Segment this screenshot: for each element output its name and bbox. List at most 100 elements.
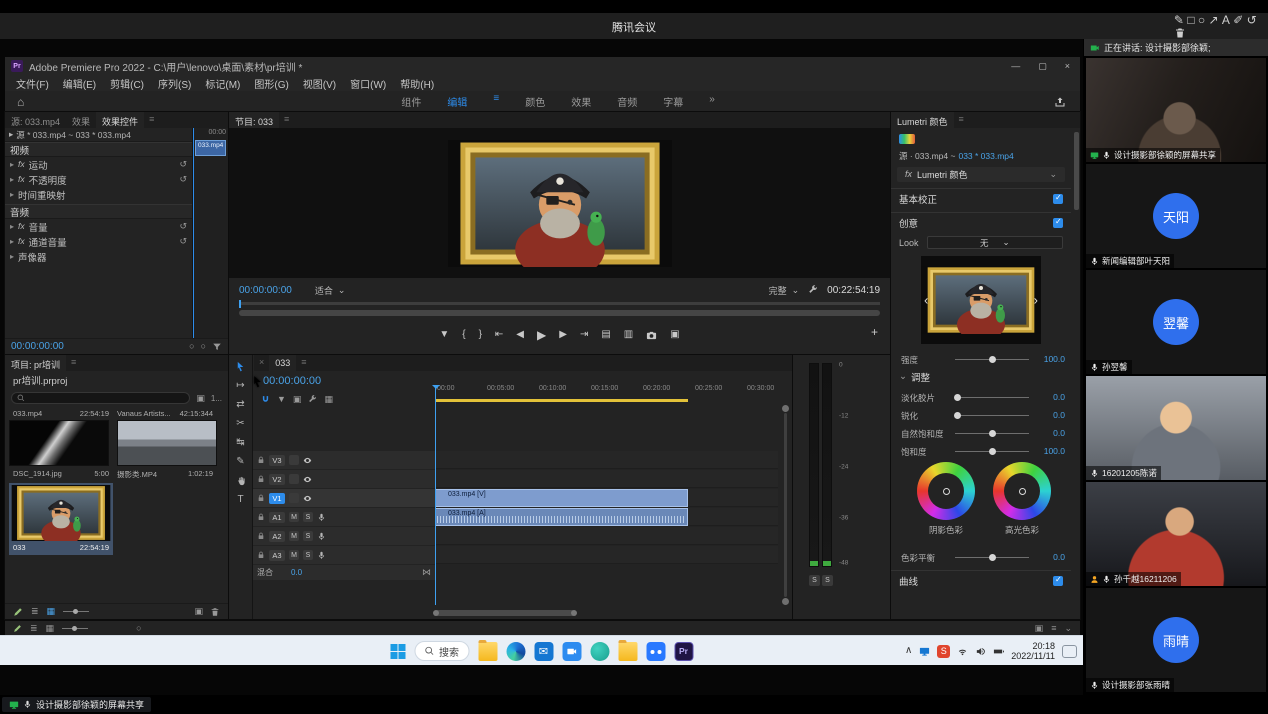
track-lane-v3[interactable] (435, 451, 778, 469)
section-adjustments[interactable]: 调整 (891, 370, 1071, 384)
panel-menu-icon[interactable] (954, 112, 969, 128)
ruler-tick[interactable]: 00:15:00 (591, 385, 618, 392)
zoom-out-icon[interactable] (189, 342, 194, 351)
options-menu-icon[interactable] (1051, 624, 1056, 633)
track-badge[interactable]: V1 (269, 493, 285, 504)
participant-tile[interactable]: 孙千越16211206 (1086, 482, 1266, 586)
solo-button[interactable]: S (303, 550, 313, 560)
section-creative[interactable]: 创意 (891, 212, 1071, 232)
voiceover-mic-icon[interactable] (317, 551, 326, 560)
project-item-name[interactable]: DSC_1914.jpg (13, 469, 62, 480)
zoom-in-icon[interactable] (201, 342, 206, 351)
start-button[interactable] (390, 644, 405, 659)
chevron-right-icon[interactable] (10, 176, 14, 184)
edge-browser-icon[interactable] (506, 642, 525, 661)
close-sequence-icon[interactable] (254, 355, 269, 371)
settings-wrench-icon[interactable] (808, 285, 818, 295)
previous-look-arrow[interactable] (924, 294, 928, 307)
settings-icon[interactable] (1035, 624, 1044, 633)
maximize-button[interactable] (1038, 62, 1047, 71)
filter-icon[interactable] (212, 342, 222, 352)
highlighter-tool-icon[interactable] (1233, 14, 1243, 26)
workspace-menu-icon[interactable] (493, 94, 499, 109)
pen-tool-icon[interactable] (236, 457, 244, 467)
lock-icon[interactable] (257, 551, 265, 559)
sync-lock-icon[interactable] (289, 493, 299, 503)
sharpen-slider[interactable]: 锐化 0.0 (891, 406, 1071, 422)
project-search-input[interactable] (11, 392, 190, 404)
meter-solo-button[interactable]: S (809, 575, 820, 586)
icon-view-icon[interactable] (47, 607, 56, 616)
project-item-name[interactable]: 033 (13, 543, 26, 552)
tab-source-monitor[interactable]: 源: 033.mp4 (5, 112, 66, 128)
premiere-taskbar-icon[interactable]: Pr (674, 642, 693, 661)
ecp-timecode[interactable]: 00:00:00:00 (11, 341, 64, 352)
lock-icon[interactable] (257, 513, 265, 521)
track-badge[interactable]: A2 (269, 531, 285, 542)
chevron-right-icon[interactable] (10, 191, 14, 199)
ecp-mini-timeline[interactable]: 00:00 033.mp4 (192, 128, 228, 338)
menu-view[interactable]: 视图(V) (296, 76, 343, 91)
menu-clip[interactable]: 剪辑(C) (103, 76, 151, 91)
slip-tool-icon[interactable] (236, 438, 244, 448)
chevron-right-icon[interactable] (9, 130, 13, 139)
program-playhead[interactable] (239, 300, 241, 308)
timeline-display-icon[interactable] (324, 395, 333, 404)
workspace-tab-assembly[interactable]: 组件 (401, 94, 421, 109)
track-lane-a2[interactable] (435, 527, 778, 545)
section-curves[interactable]: 曲线 (891, 570, 1071, 590)
project-file-name[interactable]: pr培训.prproj (13, 373, 67, 387)
quick-export-icon[interactable] (1054, 96, 1066, 108)
chevron-right-icon[interactable] (10, 223, 14, 231)
track-header-a2[interactable]: A2 M S (253, 527, 435, 545)
play-button[interactable] (537, 329, 546, 341)
section-enabled-checkbox[interactable] (1053, 194, 1063, 204)
notification-center-icon[interactable] (1062, 645, 1077, 658)
participant-tile[interactable]: 雨晴 设计摄影部张雨晴 (1086, 588, 1266, 692)
lock-icon[interactable] (257, 494, 265, 502)
writable-toggle-icon[interactable] (196, 394, 205, 403)
track-badge[interactable]: V2 (269, 474, 285, 485)
track-lane-a3[interactable] (435, 546, 778, 564)
track-badge[interactable]: V3 (269, 455, 285, 466)
workspace-tab-audio[interactable]: 音频 (617, 94, 637, 109)
project-thumbnail-033[interactable] (11, 485, 111, 541)
panel-menu-icon[interactable] (279, 112, 294, 128)
undo-icon[interactable] (1247, 14, 1257, 26)
go-to-in-button[interactable] (495, 330, 503, 340)
tab-effects[interactable]: 效果 (66, 112, 96, 128)
tray-expand-icon[interactable] (905, 646, 912, 656)
next-look-arrow[interactable] (1034, 294, 1038, 307)
file-explorer-icon[interactable] (478, 642, 497, 661)
delete-icon[interactable] (210, 607, 220, 617)
ripple-edit-tool-icon[interactable] (236, 400, 244, 410)
tint-balance-slider[interactable]: 色彩平衡 0.0 (891, 548, 1071, 564)
workspace-overflow[interactable]: » (709, 94, 715, 109)
slider-value[interactable]: 100.0 (1044, 354, 1065, 364)
hand-tool-icon[interactable] (236, 476, 246, 486)
slider-knob[interactable] (954, 412, 961, 419)
timeline-playhead[interactable] (435, 385, 436, 605)
mark-in-button[interactable] (462, 330, 465, 340)
program-zoom-scrollbar[interactable] (239, 310, 880, 316)
section-enabled-checkbox[interactable] (1053, 218, 1063, 228)
app-icon[interactable] (590, 642, 609, 661)
input-method-icon[interactable]: S (937, 645, 950, 658)
reset-icon[interactable] (179, 237, 187, 246)
eye-icon[interactable] (303, 494, 312, 503)
track-header-v1[interactable]: V1 (253, 489, 435, 507)
project-item-selected[interactable]: 033 22:54:19 (9, 483, 113, 555)
snap-icon[interactable] (261, 395, 270, 404)
tab-project[interactable]: 项目: pr培训 (5, 355, 66, 371)
lumetri-effect-name[interactable]: Lumetri 颜色 (917, 168, 968, 181)
keyframe-icon[interactable] (422, 568, 431, 577)
timeline-vertical-scrollbar[interactable] (782, 405, 789, 605)
project-item-name[interactable]: 摄影类.MP4 (117, 469, 157, 480)
reset-icon[interactable] (179, 175, 187, 184)
sync-lock-icon[interactable] (289, 455, 299, 465)
project-item-name[interactable]: Vanaus Artists... (117, 409, 171, 418)
timeline-settings-wrench-icon[interactable] (308, 395, 317, 404)
timeline-timecode[interactable]: 00:00:00:00 (263, 375, 321, 387)
effect-row-opacity[interactable]: 不透明度 (5, 172, 192, 187)
program-timecode[interactable]: 00:00:00:00 (239, 285, 292, 296)
